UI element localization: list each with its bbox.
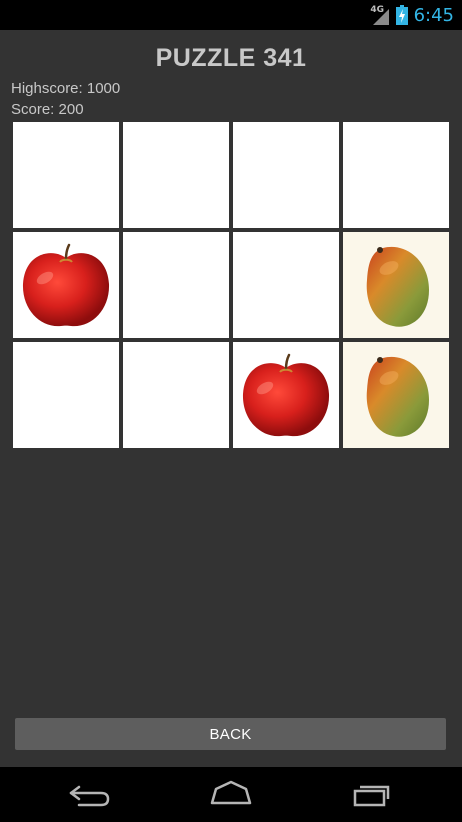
clock: 6:45 [413, 4, 454, 26]
mango-icon [366, 246, 429, 327]
grid-cell-2-1[interactable] [13, 232, 119, 338]
apple-icon [22, 243, 110, 327]
signal-icon [372, 9, 389, 25]
home-icon[interactable] [206, 779, 256, 809]
grid-cell-2-2[interactable] [123, 232, 229, 338]
grid-cell-1-3[interactable] [233, 122, 339, 228]
grid-cell-3-1[interactable] [13, 342, 119, 448]
grid-cell-3-2[interactable] [123, 342, 229, 448]
grid-cell-2-3[interactable] [233, 232, 339, 338]
grid-cell-1-2[interactable] [123, 122, 229, 228]
battery-charging-icon [395, 5, 408, 25]
page-title: PUZZLE 341 [155, 44, 307, 72]
recent-apps-icon[interactable] [348, 779, 398, 809]
puzzle-grid [10, 120, 450, 450]
mango-icon [366, 356, 429, 437]
grid-cell-3-3[interactable] [233, 342, 339, 448]
highscore-label: Highscore: 1000 [11, 80, 121, 97]
navigation-bar [0, 767, 462, 822]
grid-cell-2-4[interactable] [343, 232, 449, 338]
status-bar: 4G 6:45 [0, 0, 462, 30]
back-icon[interactable] [65, 779, 115, 809]
grid-cell-1-4[interactable] [343, 122, 449, 228]
grid-cell-1-1[interactable] [13, 122, 119, 228]
apple-icon [242, 353, 330, 437]
back-button[interactable]: BACK [15, 718, 446, 750]
score-label: Score: 200 [11, 101, 84, 118]
grid-cell-3-4[interactable] [343, 342, 449, 448]
